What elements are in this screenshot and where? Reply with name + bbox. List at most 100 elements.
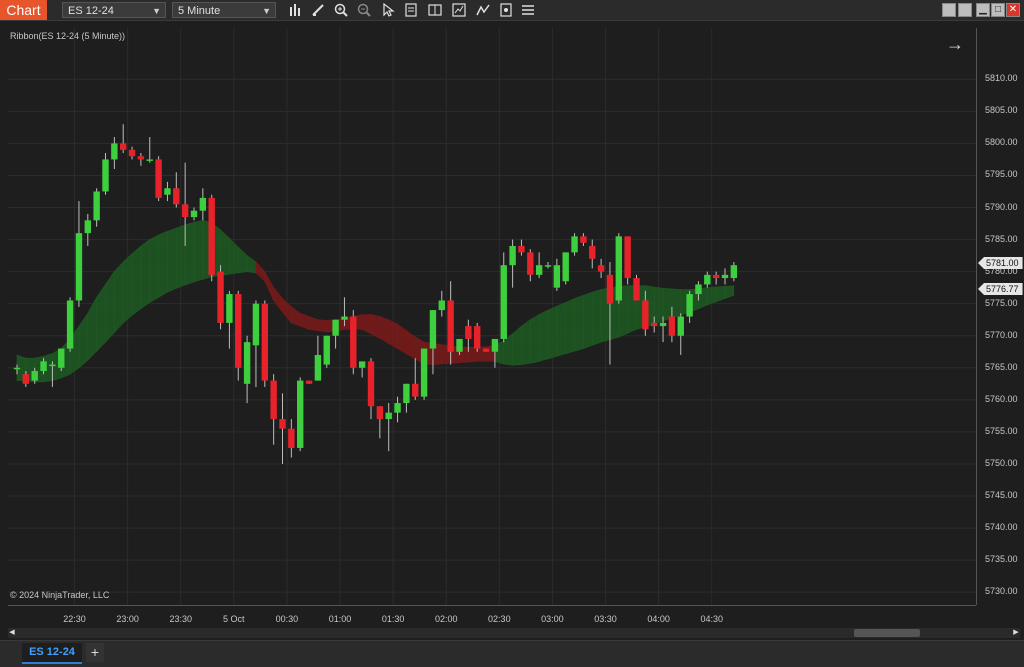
ribbon-segment	[87, 297, 97, 361]
candle-body	[208, 197, 215, 275]
ribbon-segment	[317, 319, 328, 333]
candle-body	[597, 265, 605, 272]
pointer-icon[interactable]	[380, 2, 396, 18]
candle-body	[651, 322, 658, 327]
ribbon-segment	[565, 298, 575, 355]
chart-trader-icon[interactable]	[451, 2, 467, 18]
menu-icon[interactable]	[520, 2, 536, 18]
strategy-icon[interactable]	[427, 2, 443, 18]
chevron-down-icon: ▼	[262, 6, 271, 16]
time-tick-label: 02:30	[488, 614, 511, 624]
candle-body	[730, 265, 738, 279]
time-tick-label: 23:30	[169, 614, 192, 624]
candle-body	[562, 252, 569, 282]
price-chart[interactable]	[8, 28, 976, 605]
price-tick-label: 5775.00	[985, 297, 1018, 308]
ribbon-segment	[149, 234, 159, 303]
ribbon-segment	[388, 319, 398, 350]
ribbon-segment	[167, 227, 177, 293]
properties-icon[interactable]	[498, 2, 514, 18]
candle-body	[535, 265, 543, 275]
time-tick-label: 03:00	[541, 614, 564, 624]
ribbon-price-flag: 5776.77	[978, 283, 1023, 295]
interval-value: 5 Minute	[178, 5, 221, 17]
candle-body	[155, 159, 162, 198]
candle-body	[394, 403, 401, 413]
scroll-right-icon[interactable]: ▶	[1012, 628, 1020, 638]
pin-icon[interactable]	[958, 3, 972, 17]
close-icon[interactable]: ✕	[1006, 3, 1020, 17]
candle-body	[128, 149, 136, 157]
add-tab-button[interactable]: +	[86, 643, 104, 662]
maximize-icon[interactable]: □	[991, 3, 1005, 17]
candle-body	[270, 380, 277, 420]
zoom-in-icon[interactable]	[333, 2, 349, 18]
candle-body	[695, 284, 702, 295]
price-tick-label: 5745.00	[985, 490, 1018, 500]
scroll-left-icon[interactable]: ◀	[8, 628, 16, 638]
candle-body	[66, 300, 74, 349]
indicator-label: Ribbon(ES 12-24 (5 Minute))	[10, 31, 126, 41]
ribbon-segment	[662, 287, 673, 322]
zoom-out-icon[interactable]	[356, 2, 372, 18]
price-tick-label: 5805.00	[985, 105, 1018, 116]
candle-body	[500, 265, 507, 339]
candle-body	[429, 310, 437, 349]
data-box-icon[interactable]	[403, 2, 419, 18]
candle-body	[22, 374, 30, 384]
price-tick-label: 5800.00	[985, 137, 1018, 148]
candle-body	[659, 322, 667, 327]
time-tick-label: 01:30	[381, 614, 405, 624]
price-tick-label: 5730.00	[985, 586, 1018, 597]
chart-window: Chart ES 12-24 ▼ 5 Minute ▼ ▁ □ ✕ Ribbon…	[0, 0, 1024, 667]
price-axis[interactable]: 5730.00 5735.00 5740.00 5745.00 5750.00 5755.…	[976, 28, 1024, 605]
time-axis[interactable]: 22:30 23:00 23:30 5 Oct 00:30 01:00 01:30 02:00…	[8, 605, 976, 628]
minimize-icon[interactable]: ▁	[976, 3, 990, 17]
ribbon-segment	[715, 286, 726, 303]
ribbon-segment	[671, 288, 682, 319]
time-tick-label: 22:30	[63, 614, 86, 624]
ribbon-segment	[406, 330, 416, 360]
ribbon-segment	[237, 246, 248, 274]
chart-title-tab[interactable]: Chart	[0, 0, 47, 20]
indicators-icon[interactable]	[475, 2, 491, 18]
ribbon-segment	[114, 261, 124, 334]
ribbon-segment	[193, 219, 204, 283]
scrollbar-thumb[interactable]	[854, 629, 920, 637]
ribbon-segment	[724, 285, 735, 299]
ribbon-segment	[361, 314, 372, 335]
candle-body	[75, 233, 83, 301]
candle-body	[420, 348, 428, 397]
candle-body	[412, 383, 419, 397]
ribbon-segment	[255, 261, 266, 282]
price-tick-label: 5795.00	[985, 169, 1018, 180]
ribbon-segment	[220, 229, 230, 276]
candle-body	[84, 220, 91, 234]
price-tick-label: 5810.00	[985, 73, 1018, 84]
bars-type-icon[interactable]	[288, 2, 304, 18]
ribbon-segment	[78, 312, 89, 369]
candle-body	[279, 419, 286, 429]
candle-body	[173, 188, 180, 205]
link-icon[interactable]	[942, 3, 956, 17]
candle-body	[261, 303, 268, 381]
horizontal-scrollbar[interactable]: ◀ ▶	[8, 628, 1020, 638]
tab-es-12-24[interactable]: ES 12-24	[22, 643, 82, 664]
candle-body	[633, 278, 640, 301]
ribbon-segment	[96, 283, 106, 352]
candle-body	[518, 245, 525, 253]
candle-body	[243, 342, 251, 384]
ribbon-segment	[229, 237, 239, 275]
time-tick-label: 01:00	[328, 614, 352, 624]
ribbon-segment	[538, 309, 549, 362]
candle-body	[120, 143, 127, 150]
time-tick-label: 04:30	[700, 614, 723, 624]
interval-selector[interactable]: 5 Minute ▼	[172, 2, 276, 18]
drawing-tool-icon[interactable]	[310, 2, 326, 18]
ribbon-segment	[529, 314, 540, 364]
instrument-selector[interactable]: ES 12-24 ▼	[62, 2, 166, 18]
candle-body	[235, 294, 242, 368]
candle-body	[13, 367, 21, 370]
scroll-to-latest-icon[interactable]: →	[946, 34, 964, 55]
last-price-flag: 5781.00	[978, 257, 1023, 269]
